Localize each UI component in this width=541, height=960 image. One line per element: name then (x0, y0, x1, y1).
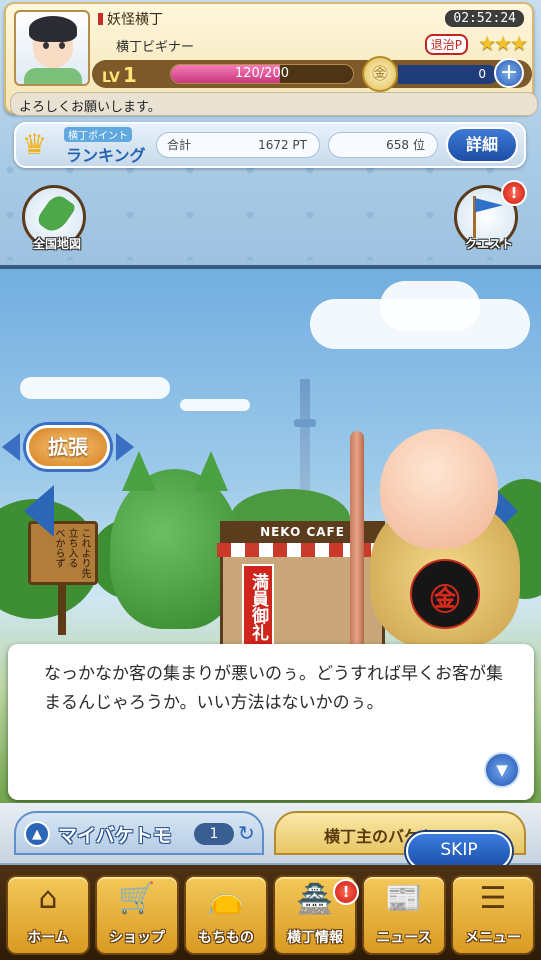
profile-panel[interactable]: 妖怪横丁 02:52:24 横丁ビギナー 退治P ★★★ LV 1 120/200… (4, 2, 538, 116)
total-label: 合計 (167, 138, 192, 152)
avatar-body (24, 68, 82, 84)
expand-control: 拡張 (0, 421, 138, 481)
nav-shop[interactable]: 🛒 ショップ (95, 875, 179, 955)
coin-icon: ㊎ (362, 56, 398, 92)
expand-left-arrow-icon[interactable] (2, 433, 20, 461)
quest-button[interactable]: クエスト ! (454, 180, 527, 251)
ranking-sub-label: 横丁ポイント (64, 127, 132, 142)
nav-news-label: ニュース (376, 930, 432, 946)
quest-alert-badge: ! (501, 180, 527, 206)
level-value: 1 (122, 63, 137, 87)
nav-menu-label: メニュー (465, 930, 521, 946)
sky-tower (294, 379, 316, 499)
town-name: 妖怪横丁 (98, 9, 163, 29)
old-man-character: ㊎ (340, 429, 540, 649)
dialog-text: なっかなか客の集まりが悪いのぅ。どうすれば早くお客が集まるんじゃろうか。いい方法… (44, 664, 503, 713)
header: 妖怪横丁 02:52:24 横丁ビギナー 退治P ★★★ LV 1 120/200… (0, 0, 541, 265)
level-row: LV 1 120/200 ㊎ 0 + (92, 56, 532, 92)
expand-button[interactable]: 拡張 (26, 425, 110, 469)
home-icon: ⌂ (38, 881, 58, 916)
town-info-alert-badge: ! (333, 879, 359, 905)
cloud (20, 377, 170, 399)
game-screen: 妖怪横丁 02:52:24 横丁ビギナー 退治P ★★★ LV 1 120/200… (0, 0, 541, 960)
national-map-button[interactable]: 全国地図 (22, 185, 86, 251)
clock: 02:52:24 (445, 10, 524, 27)
add-coins-button[interactable]: + (494, 58, 524, 88)
character-robe: ㊎ (410, 559, 480, 629)
robe-emblem-icon: ㊎ (430, 583, 460, 618)
reload-icon[interactable]: ↻ (238, 821, 255, 845)
town-name-text: 妖怪横丁 (107, 12, 163, 28)
detail-button[interactable]: 詳細 (446, 127, 518, 163)
rank-unit: 位 (412, 138, 425, 152)
avatar-eye (43, 42, 49, 49)
crown-icon: ♛ (22, 128, 48, 161)
star-rating-icon: ★★★ (478, 31, 528, 55)
total-points: 1672 PT (258, 138, 307, 152)
tab-my-baketomo[interactable]: ▲ マイバケトモ 1 ↻ (14, 811, 264, 855)
total-points-box: 合計 1672 PT (156, 132, 320, 158)
level-prefix: LV (102, 70, 120, 86)
quest-flag-icon (475, 198, 503, 213)
taiji-points-badge: 退治P (424, 34, 468, 55)
expand-up-icon[interactable]: ▲ (24, 821, 50, 847)
avatar-eye (59, 42, 65, 49)
cloud (380, 281, 480, 331)
xp-bar: 120/200 (170, 64, 354, 84)
menu-icon: ☰ (479, 881, 507, 916)
nav-news[interactable]: 📰 ニュース (362, 875, 446, 955)
tab-my-baketomo-label: マイバケトモ (58, 825, 172, 847)
nav-items-label: もちもの (198, 930, 254, 946)
baketomo-count: 1 (194, 823, 234, 845)
nav-menu[interactable]: ☰ メニュー (451, 875, 535, 955)
next-button[interactable]: ▼ (484, 752, 520, 788)
bottom-nav: ⌂ ホーム 🛒 ショップ 👝 もちもの 🏯 横丁情報 ! 📰 ニュース ☰ メニ… (0, 865, 541, 960)
avatar-hair (29, 16, 77, 42)
rank-title: 横丁ビギナー (116, 40, 195, 55)
level-label: LV 1 (102, 63, 137, 87)
rank-value: 658 (386, 138, 409, 152)
avatar[interactable] (14, 10, 90, 86)
scroll-left-arrow-icon[interactable] (24, 485, 54, 537)
map-label: 全国地図 (32, 237, 81, 251)
cart-icon: 🛒 (118, 881, 156, 916)
ranking-bar[interactable]: ♛ 横丁ポイント ランキング 合計 1672 PT 658 位 詳細 (14, 122, 526, 168)
nav-town-info-label: 横丁情報 (287, 930, 343, 946)
character-staff (350, 431, 364, 649)
nav-items[interactable]: 👝 もちもの (184, 875, 268, 955)
greeting-message[interactable]: よろしくお願いします。 (10, 92, 538, 116)
character-head (380, 429, 498, 549)
news-icon: 📰 (385, 881, 423, 916)
nav-shop-label: ショップ (109, 930, 165, 946)
signpost-pole (58, 585, 66, 635)
full-house-banner: 満員御礼 (242, 564, 274, 649)
japan-map-icon (35, 191, 77, 237)
coin-count: 0 (398, 65, 498, 84)
ranking-title: ランキング (66, 146, 146, 165)
quest-label: クエスト (464, 237, 513, 251)
bag-icon: 👝 (207, 881, 245, 916)
xp-text: 120/200 (234, 66, 289, 81)
nav-home-label: ホーム (27, 930, 69, 946)
rank-box: 658 位 (328, 132, 438, 158)
expand-right-arrow-icon[interactable] (116, 433, 134, 461)
dialog-box[interactable]: なっかなか客の集まりが悪いのぅ。どうすれば早くお客が集まるんじゃろうか。いい方法… (8, 644, 534, 800)
cloud (180, 399, 250, 411)
nav-home[interactable]: ⌂ ホーム (6, 875, 90, 955)
flag-icon (98, 13, 103, 25)
nav-town-info[interactable]: 🏯 横丁情報 ! (273, 875, 359, 955)
